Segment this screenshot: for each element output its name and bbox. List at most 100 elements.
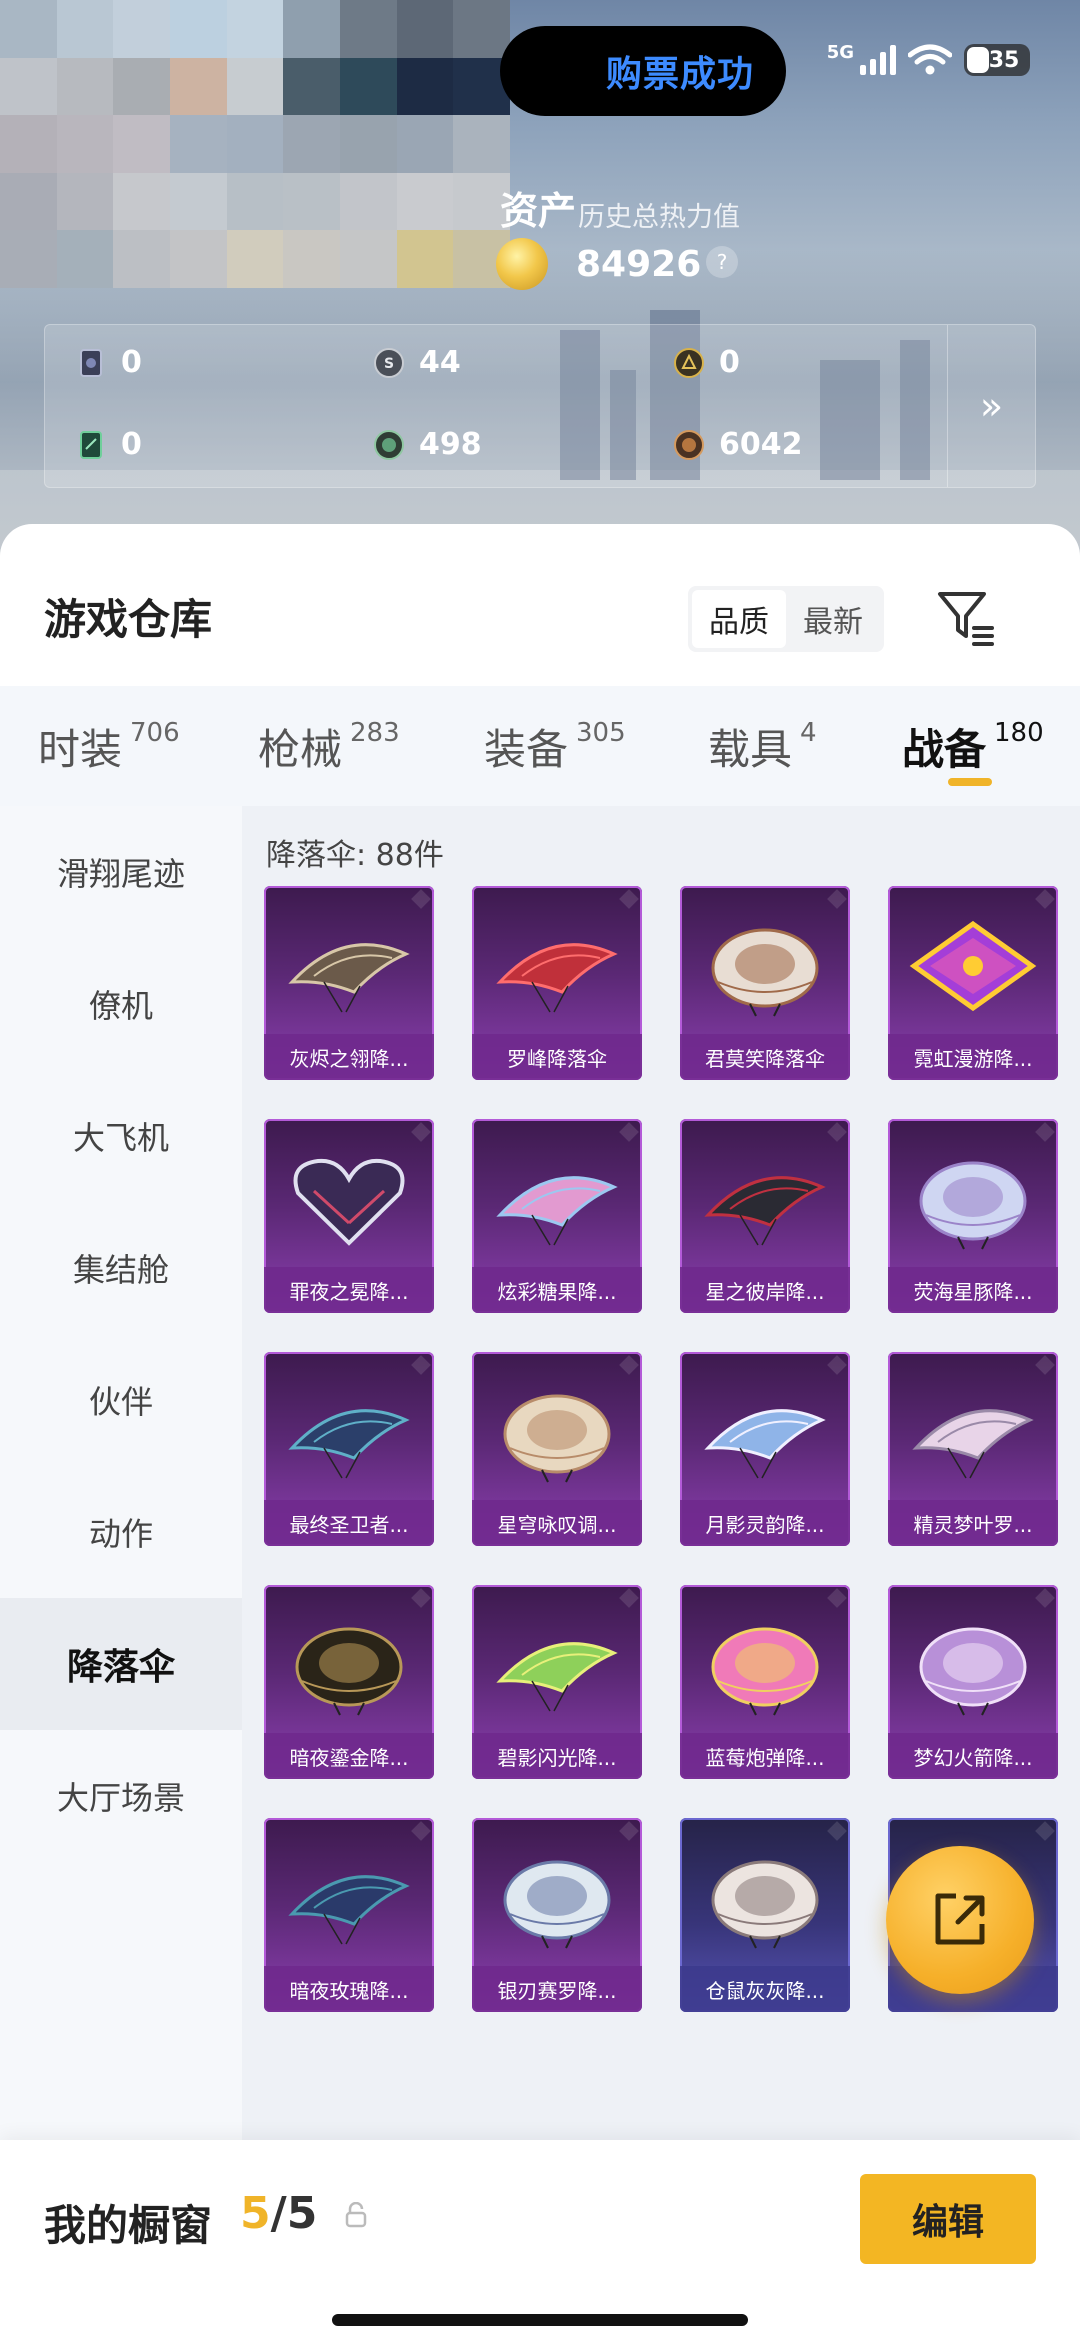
parachute-item-name: 暗夜玫瑰降... (264, 1966, 434, 2012)
parachute-item-card[interactable]: 罪夜之冕降... (264, 1119, 434, 1313)
stats-more-button[interactable]: » (947, 325, 1035, 487)
parachute-image (919, 1161, 1027, 1250)
parachute-item-card[interactable]: 暗夜玫瑰降... (264, 1818, 434, 2012)
stat-gold-badge: 0 (673, 345, 740, 380)
sidebar-item-companion[interactable]: 伙伴 (0, 1334, 242, 1466)
home-indicator (332, 2314, 748, 2326)
bronze-coin-icon (674, 429, 704, 460)
battery-icon: 35 (964, 44, 1030, 76)
parachute-item-name: 君莫笑降落伞 (680, 1034, 850, 1080)
share-external-icon (935, 1893, 985, 1945)
parachute-image (496, 943, 618, 1013)
parachute-item-card[interactable]: 炫彩糖果降... (472, 1119, 642, 1313)
parachute-item-card[interactable]: 霓虹漫游降... (888, 886, 1058, 1080)
green-coin-icon (374, 429, 404, 460)
parachute-item-card[interactable]: 月影灵韵降... (680, 1352, 850, 1546)
card-corner-decoration (827, 1588, 847, 1608)
parachute-image (503, 1860, 611, 1949)
card-corner-decoration (1035, 1122, 1055, 1142)
parachute-item-card[interactable]: 星之彼岸降... (680, 1119, 850, 1313)
sort-quality-option[interactable]: 品质 (692, 590, 786, 648)
edit-showcase-button[interactable]: 编辑 (860, 2174, 1036, 2264)
sort-segmented-control: 品质 最新 (688, 586, 884, 652)
gold-badge-icon (674, 347, 704, 378)
parachute-item-name: 碧影闪光降... (472, 1733, 642, 1779)
sidebar-item-wingman[interactable]: 僚机 (0, 938, 242, 1070)
svg-text:S: S (384, 356, 394, 372)
card-corner-decoration (411, 1355, 431, 1375)
sidebar-item-parachute[interactable]: 降落伞 (0, 1598, 242, 1730)
parachute-item-card[interactable]: 蓝莓炮弹降... (680, 1585, 850, 1779)
lock-icon (345, 2202, 367, 2228)
parachute-image (919, 1627, 1027, 1716)
showcase-count: 5/5 (240, 2188, 318, 2239)
card-corner-decoration (619, 1122, 639, 1142)
assets-subtitle: 历史总热力值 (578, 202, 740, 233)
share-fab-button[interactable] (886, 1846, 1034, 1994)
sidebar-item-lobby-scene[interactable]: 大厅场景 (0, 1730, 242, 1862)
tab-firearms[interactable]: 枪械 283 (258, 716, 400, 777)
total-heat-value: 84926 (576, 244, 702, 285)
parachute-item-name: 精灵梦叶罗... (888, 1500, 1058, 1546)
warehouse-sheet: 游戏仓库 品质 最新 时装 706 枪械 283 装备 305 载具 4 战备 180 滑… (0, 524, 1080, 2339)
asset-stats-card: 0 S 44 0 0 498 6042 » (44, 324, 1036, 488)
silver-coin-icon: S (374, 347, 404, 378)
parachute-image (711, 1627, 819, 1716)
parachute-item-name: 荧海星豚降... (888, 1267, 1058, 1313)
tab-fashion[interactable]: 时装 706 (38, 716, 180, 777)
parachute-item-card[interactable]: 君莫笑降落伞 (680, 886, 850, 1080)
sidebar-item-emote[interactable]: 动作 (0, 1466, 242, 1598)
parachute-item-card[interactable]: 最终圣卫者... (264, 1352, 434, 1546)
card-corner-decoration (827, 889, 847, 909)
card-corner-decoration (827, 1821, 847, 1841)
stat-bronze-coin: 6042 (673, 427, 803, 462)
parachute-image (288, 1409, 410, 1479)
assets-title: 资产 (500, 189, 577, 233)
parachute-item-name: 月影灵韵降... (680, 1500, 850, 1546)
card-corner-decoration (619, 1355, 639, 1375)
stat-silver-coin: S 44 (373, 345, 461, 380)
parachute-image (288, 943, 410, 1013)
card-corner-decoration (411, 889, 431, 909)
parachute-item-name: 暗夜鎏金降... (264, 1733, 434, 1779)
parachute-item-name: 银刃赛罗降... (472, 1966, 642, 2012)
parachute-item-card[interactable]: 银刃赛罗降... (472, 1818, 642, 2012)
parachute-image (503, 1394, 611, 1483)
filter-icon[interactable] (934, 588, 996, 648)
card-corner-decoration (1035, 889, 1055, 909)
purchase-success-pill[interactable]: 购票成功 (500, 26, 786, 116)
parachute-item-name: 灰烬之翎降... (264, 1034, 434, 1080)
network-type: 5G (826, 41, 854, 63)
status-pill-text: 购票成功 (605, 54, 754, 95)
battery-level: 35 (988, 47, 1020, 73)
parachute-item-card[interactable]: 碧影闪光降... (472, 1585, 642, 1779)
parachute-item-card[interactable]: 梦幻火箭降... (888, 1585, 1058, 1779)
blurred-avatar-mosaic (0, 0, 510, 288)
parachute-item-card[interactable]: 罗峰降落伞 (472, 886, 642, 1080)
parachute-item-card[interactable]: 精灵梦叶罗... (888, 1352, 1058, 1546)
sidebar-item-assembly-pod[interactable]: 集结舱 (0, 1202, 242, 1334)
parachute-item-name: 仓鼠灰灰降... (680, 1966, 850, 2012)
tab-equipment[interactable]: 装备 305 (484, 716, 626, 777)
card-corner-decoration (827, 1355, 847, 1375)
tab-combat-supplies[interactable]: 战备 180 (902, 716, 1044, 777)
parachute-item-card[interactable]: 荧海星豚降... (888, 1119, 1058, 1313)
parachute-item-card[interactable]: 仓鼠灰灰降... (680, 1818, 850, 2012)
parachute-image (711, 928, 819, 1017)
sidebar-item-big-plane[interactable]: 大飞机 (0, 1070, 242, 1202)
stat-green-card: 0 (75, 427, 142, 462)
parachute-image (496, 1642, 618, 1712)
parachute-image (912, 1409, 1034, 1479)
tab-vehicles[interactable]: 载具 4 (708, 716, 817, 777)
parachute-item-card[interactable]: 暗夜鎏金降... (264, 1585, 434, 1779)
card-corner-decoration (827, 1122, 847, 1142)
parachute-item-card[interactable]: 灰烬之翎降... (264, 886, 434, 1080)
sidebar-item-glide-trail[interactable]: 滑翔尾迹 (0, 806, 242, 938)
parachute-image (704, 1176, 826, 1246)
sort-latest-option[interactable]: 最新 (786, 590, 880, 648)
help-icon[interactable]: ? (706, 246, 738, 278)
parachute-count-label: 降落伞: 88件 (266, 838, 444, 873)
profile-hero: 购票成功 5G 35 资产 历史总热力值 84926 ? 0 S 44 0 0 … (0, 0, 1080, 560)
parachute-image (293, 1158, 405, 1246)
parachute-item-card[interactable]: 星穹咏叹调... (472, 1352, 642, 1546)
